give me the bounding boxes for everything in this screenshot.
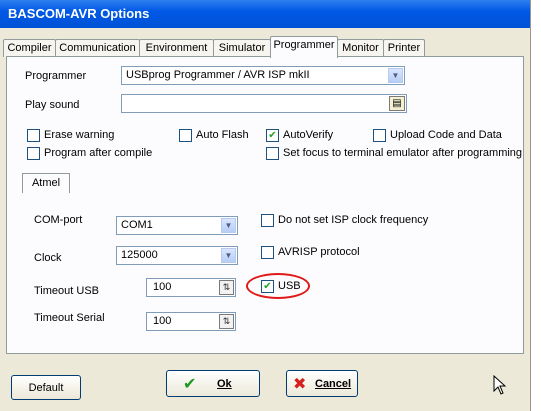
window-title: BASCOM-AVR Options: [8, 6, 150, 21]
options-window: BASCOM-AVR Options Compiler Communicatio…: [0, 0, 531, 411]
tab-atmel[interactable]: Atmel: [22, 173, 70, 193]
spinner-icon[interactable]: ⇅: [219, 280, 234, 295]
timeout-serial-value: 100: [153, 315, 172, 327]
checkbox-box: [27, 147, 40, 160]
upload-code-label: Upload Code and Data: [390, 129, 502, 141]
check-icon: ✔: [183, 376, 197, 393]
cancel-button-label: Cancel: [315, 378, 352, 390]
checkbox-box: [261, 246, 274, 259]
ok-button-label: Ok: [217, 378, 232, 390]
set-focus-label: Set focus to terminal emulator after pro…: [283, 147, 523, 159]
usb-label: USB: [278, 280, 301, 292]
default-button-label: Default: [28, 382, 64, 394]
tab-compiler[interactable]: Compiler: [3, 39, 56, 57]
no-isp-clock-label: Do not set ISP clock frequency: [278, 214, 429, 226]
tab-communication[interactable]: Communication: [55, 39, 140, 57]
checkbox-box: [373, 129, 386, 142]
timeout-serial-input[interactable]: 100 ⇅: [146, 312, 236, 331]
chevron-down-icon[interactable]: ▼: [221, 248, 236, 263]
tab-strip: Compiler Communication Environment Simul…: [0, 36, 530, 58]
auto-flash-label: Auto Flash: [196, 129, 249, 141]
checkbox-box: [261, 214, 274, 227]
tab-monitor[interactable]: Monitor: [337, 39, 384, 57]
timeout-usb-value: 100: [153, 281, 172, 293]
clock-value: 125000: [121, 249, 158, 261]
chevron-down-icon[interactable]: ▼: [221, 218, 236, 233]
chevron-down-icon[interactable]: ▼: [388, 68, 403, 83]
play-sound-input[interactable]: ▤: [121, 94, 407, 113]
timeout-usb-input[interactable]: 100 ⇅: [146, 278, 236, 297]
mouse-cursor-icon: [493, 374, 507, 395]
tab-printer[interactable]: Printer: [383, 39, 425, 57]
avrisp-protocol-label: AVRISP protocol: [278, 246, 360, 258]
default-button[interactable]: Default: [11, 375, 81, 400]
clock-select[interactable]: 125000 ▼: [116, 246, 238, 265]
spinner-icon[interactable]: ⇅: [219, 314, 234, 329]
com-port-select[interactable]: COM1 ▼: [116, 216, 238, 235]
checkbox-box: [27, 129, 40, 142]
clock-label: Clock: [34, 252, 62, 264]
title-bar[interactable]: BASCOM-AVR Options: [0, 0, 530, 28]
programmer-select[interactable]: USBprog Programmer / AVR ISP mkII ▼: [121, 66, 405, 85]
tab-simulator[interactable]: Simulator: [213, 39, 271, 57]
timeout-usb-label: Timeout USB: [34, 285, 100, 297]
check-mark-icon: ✔: [266, 129, 279, 142]
checkbox-box: [266, 147, 279, 160]
program-after-compile-label: Program after compile: [44, 147, 153, 159]
com-port-value: COM1: [121, 219, 153, 231]
auto-verify-label: AutoVerify: [283, 129, 334, 141]
tab-environment[interactable]: Environment: [139, 39, 214, 57]
close-icon: ✖: [293, 376, 307, 393]
play-sound-label: Play sound: [25, 99, 80, 111]
programmer-label: Programmer: [25, 70, 87, 82]
com-port-label: COM-port: [34, 214, 83, 226]
ok-button[interactable]: ✔ Ok: [166, 370, 260, 397]
folder-open-icon[interactable]: ▤: [389, 96, 405, 111]
checkbox-box: [179, 129, 192, 142]
programmer-panel: Programmer USBprog Programmer / AVR ISP …: [6, 56, 524, 354]
check-mark-icon: ✔: [261, 280, 274, 293]
erase-warning-label: Erase warning: [44, 129, 115, 141]
tab-programmer[interactable]: Programmer: [270, 36, 338, 58]
programmer-value: USBprog Programmer / AVR ISP mkII: [126, 69, 310, 81]
timeout-serial-label: Timeout Serial: [34, 312, 105, 324]
cancel-button[interactable]: ✖ Cancel: [286, 370, 358, 397]
